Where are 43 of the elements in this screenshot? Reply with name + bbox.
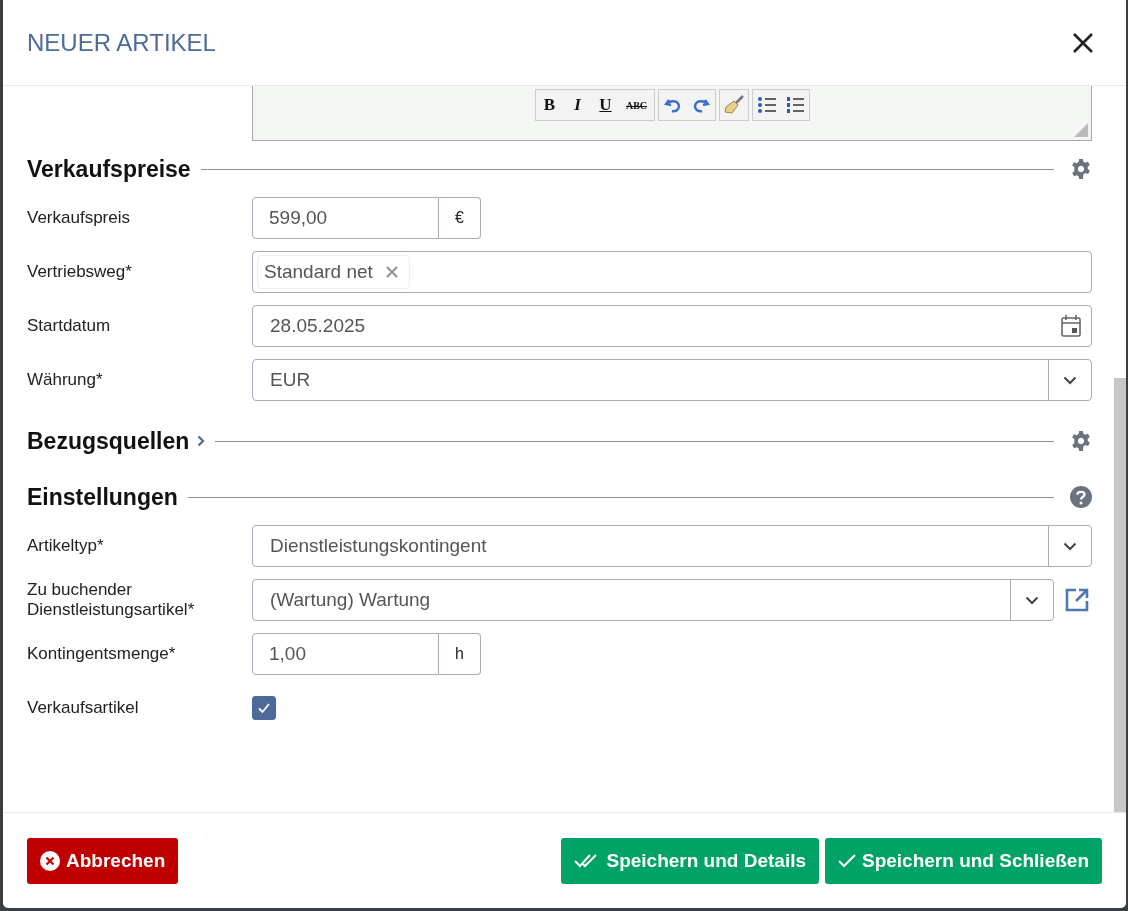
brush-icon xyxy=(722,94,745,116)
bullet-list-icon xyxy=(756,95,777,115)
external-link-icon[interactable] xyxy=(1064,587,1090,613)
field-label: Kontingentsmenge* xyxy=(27,644,177,664)
check-icon xyxy=(838,852,856,869)
dialog-title: NEUER ARTIKEL xyxy=(27,28,216,57)
field-label: Zu buchender Dienstleistungsartikel* xyxy=(27,580,196,620)
tag-text: Standard net xyxy=(264,261,373,283)
chevron-down-icon xyxy=(1025,595,1039,605)
resize-grip-icon[interactable] xyxy=(1074,123,1088,137)
unit-label: h xyxy=(439,633,481,675)
checkbox[interactable] xyxy=(252,696,276,720)
settings-icon[interactable] xyxy=(1070,158,1092,180)
field-label: Verkaufspreis xyxy=(27,208,131,228)
field-label: Verkaufsartikel xyxy=(27,698,140,718)
select-field[interactable]: (Wartung) Wartung xyxy=(252,579,1054,621)
section-heading: Verkaufspreise xyxy=(27,155,191,183)
scrollbar-thumb[interactable] xyxy=(1114,378,1126,812)
select-field[interactable]: Dienstleistungskontingent xyxy=(252,525,1092,567)
close-icon[interactable] xyxy=(1072,31,1094,54)
field-label: Startdatum xyxy=(27,316,112,336)
unit-label: € xyxy=(439,197,481,239)
settings-icon[interactable] xyxy=(1070,430,1092,452)
cancel-button[interactable]: Abbrechen xyxy=(27,837,179,884)
number-field[interactable]: 1,00 xyxy=(252,633,439,675)
numbered-list-icon xyxy=(784,95,805,115)
chevron-down-icon xyxy=(1063,541,1077,551)
tag-field[interactable]: Standard net xyxy=(252,251,1092,293)
remove-icon[interactable] xyxy=(384,265,399,279)
field-label: Artikeltyp* xyxy=(27,536,105,556)
chevron-right-icon[interactable] xyxy=(197,435,206,447)
select-field[interactable]: EUR xyxy=(252,359,1092,401)
field-label: Vertriebsweg* xyxy=(27,262,133,282)
cancel-icon xyxy=(40,850,60,871)
help-icon[interactable] xyxy=(1070,486,1092,508)
section-heading: Einstellungen xyxy=(27,483,178,511)
date-field[interactable]: 28.05.2025 xyxy=(252,305,1092,347)
calendar-icon[interactable] xyxy=(1061,315,1081,337)
text-editor[interactable]: B I U ABC xyxy=(252,86,1092,141)
chevron-down-icon xyxy=(1063,375,1077,385)
section-heading[interactable]: Bezugsquellen xyxy=(27,427,190,455)
number-field[interactable]: 599,00 xyxy=(252,197,439,239)
field-label: Währung* xyxy=(27,370,104,390)
